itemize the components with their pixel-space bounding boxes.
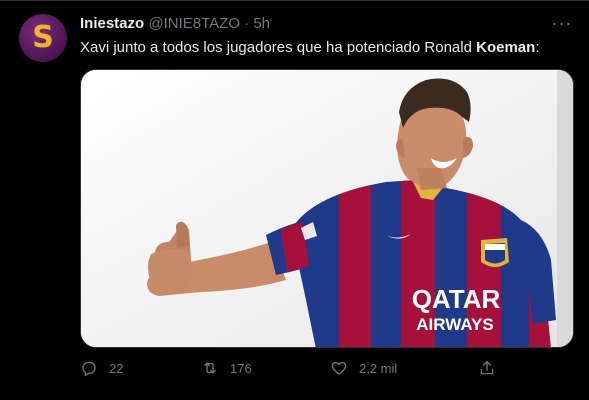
tweet-image[interactable]: QATAR AIRWAYS	[80, 69, 574, 348]
retweet-count: 176	[230, 360, 252, 376]
reply-button[interactable]: 22	[80, 359, 123, 377]
tweet-header: Iniestazo @INIE8TAZO · 5h	[80, 15, 270, 32]
retweet-icon	[204, 362, 216, 374]
more-options-button[interactable]: ···	[552, 13, 572, 33]
heart-icon	[331, 361, 347, 375]
tweet-text-end: :	[535, 39, 540, 56]
like-button[interactable]: 2,2 mil	[330, 359, 397, 377]
separator: ·	[240, 15, 254, 32]
ellipsis-icon: ···	[551, 12, 573, 33]
reply-icon	[82, 361, 96, 377]
reply-count: 22	[109, 360, 124, 376]
like-count: 2,2 mil	[359, 360, 398, 376]
tweet-text-bold: Koeman	[476, 39, 536, 56]
tweet-text-body: Xavi junto a todos los jugadores que ha …	[80, 39, 477, 56]
player-photo: QATAR AIRWAYS	[81, 70, 573, 347]
shirt-sponsor-line2: AIRWAYS	[416, 315, 493, 334]
display-name[interactable]: Iniestazo	[80, 15, 144, 32]
share-button[interactable]	[478, 359, 507, 377]
avatar[interactable]: S	[19, 14, 67, 62]
handle[interactable]: @INIE8TAZO	[148, 15, 240, 32]
share-icon	[480, 360, 494, 375]
avatar-letter: S	[32, 20, 54, 55]
tweet[interactable]: S Iniestazo @INIE8TAZO · 5h ··· Xavi jun…	[0, 0, 589, 400]
tweet-actions: 22 176 2,2 mil	[80, 359, 574, 383]
timestamp[interactable]: 5h	[253, 15, 270, 32]
tweet-text: Xavi junto a todos los jugadores que ha …	[80, 39, 539, 56]
shirt-sponsor-line1: QATAR	[412, 284, 501, 314]
retweet-button[interactable]: 176	[201, 359, 252, 377]
